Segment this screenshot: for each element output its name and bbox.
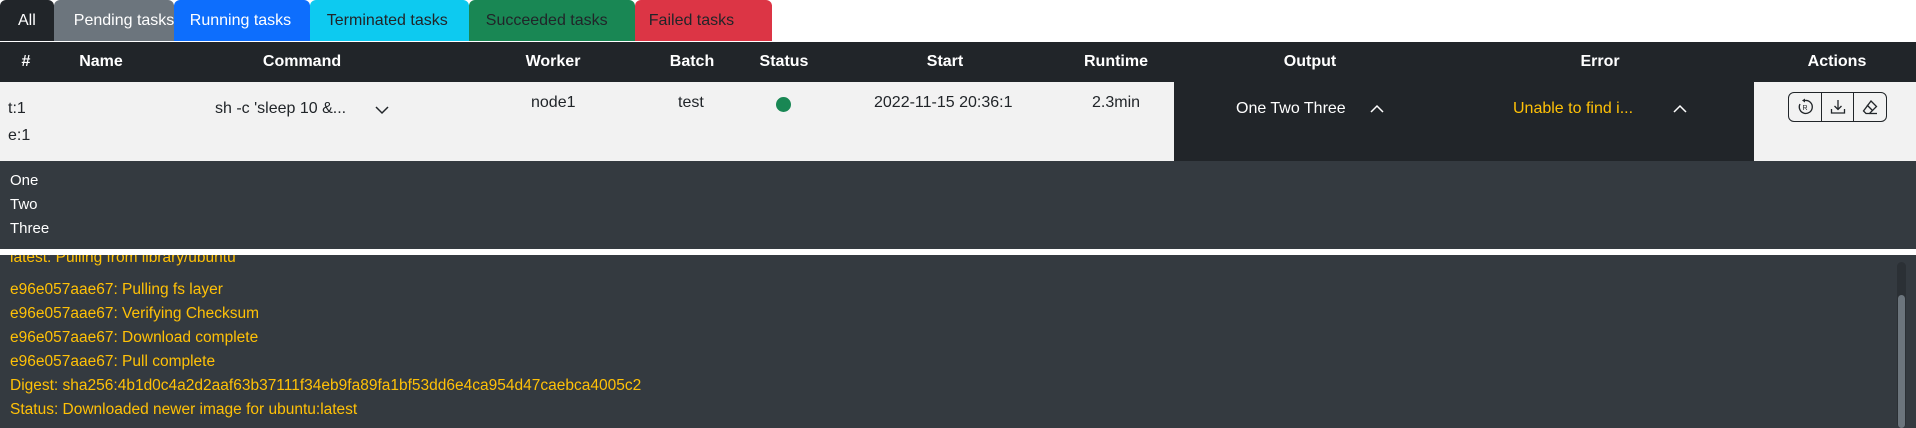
chevron-up-icon[interactable] (1370, 104, 1384, 114)
output-line: Two (10, 196, 38, 213)
column-header-status: Status (759, 53, 809, 70)
tab-pending-tasks[interactable]: Pending tasks (53, 0, 174, 41)
column-header-batch: Batch (669, 53, 715, 70)
scrollbar-thumb[interactable] (1898, 295, 1905, 428)
tab-terminated-tasks[interactable]: Terminated tasks (309, 0, 469, 41)
error-line: e96e057aae67: Pull complete (10, 353, 216, 370)
column-header-runtime: Runtime (1084, 53, 1148, 70)
svg-text:R: R (1802, 105, 1807, 112)
task-filter-tabs: All Pending tasks Running tasks Terminat… (0, 0, 772, 41)
column-header-output: Output (1283, 53, 1337, 70)
command-text: sh -c 'sleep 10 &... (215, 100, 347, 117)
action-button-group: R (1788, 92, 1887, 122)
erase-button[interactable] (1854, 93, 1886, 121)
error-line: e96e057aae67: Pulling fs layer (10, 281, 223, 298)
error-line: e96e057aae67: Download complete (10, 329, 259, 346)
column-header-command: Command (262, 53, 342, 70)
download-button[interactable] (1822, 93, 1855, 121)
chevron-up-icon[interactable] (1673, 104, 1687, 114)
execution-id: e:1 (8, 127, 31, 144)
output-line: Three (10, 220, 50, 237)
tab-failed-tasks[interactable]: Failed tasks (634, 0, 772, 41)
error-line: Digest: sha256:4b1d0c4a2d2aaf63b37111f34… (10, 377, 642, 394)
column-header-error: Error (1580, 53, 1620, 70)
status-dot (776, 97, 791, 112)
start-time: 2022-11-15 20:36:1 (874, 94, 1013, 111)
column-header-id: # (21, 53, 31, 70)
column-header-actions: Actions (1807, 53, 1867, 70)
batch-value: test (678, 94, 704, 111)
output-preview: One Two Three (1236, 100, 1346, 117)
chevron-down-icon[interactable] (375, 105, 389, 115)
table-row: t:1 e:1 sh -c 'sleep 10 &... node1 test … (0, 82, 1916, 161)
column-header-start: Start (926, 53, 964, 70)
error-log-panel[interactable]: latest: Pulling from library/ubuntu e96e… (0, 255, 1916, 428)
output-line: One (10, 172, 39, 189)
error-preview: Unable to find i... (1513, 100, 1634, 117)
tab-running-tasks[interactable]: Running tasks (173, 0, 310, 41)
runtime-value: 2.3min (1092, 94, 1141, 111)
tab-all[interactable]: All (0, 0, 54, 41)
tab-succeeded-tasks[interactable]: Succeeded tasks (468, 0, 635, 41)
column-header-name: Name (79, 53, 123, 70)
worker-value: node1 (531, 94, 576, 111)
output-panel: One Two Three (0, 161, 1916, 249)
error-line: latest: Pulling from library/ubuntu (10, 255, 236, 266)
restart-icon: R (1798, 98, 1813, 115)
task-id: t:1 (8, 100, 26, 117)
output-error-cell (1174, 82, 1754, 161)
error-line: Status: Downloaded newer image for ubunt… (10, 401, 358, 418)
error-line: e96e057aae67: Verifying Checksum (10, 305, 260, 322)
table-header: # Name Command Worker Batch Status Start… (0, 42, 1916, 82)
column-header-worker: Worker (525, 53, 581, 70)
eraser-icon (1862, 100, 1878, 115)
restart-button[interactable]: R (1789, 93, 1822, 121)
download-icon (1830, 100, 1845, 114)
